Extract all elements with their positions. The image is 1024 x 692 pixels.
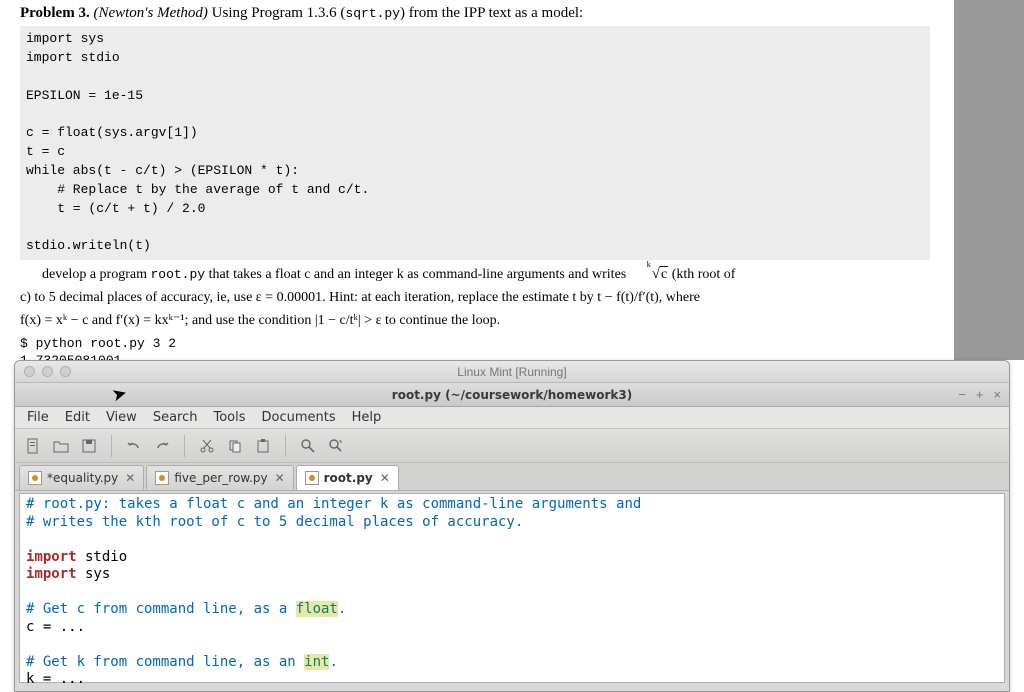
tab-label: *equality.py	[47, 471, 118, 485]
menu-help[interactable]: Help	[346, 410, 388, 425]
search-icon[interactable]	[298, 436, 318, 456]
problem-title: Problem 3. (Newton's Method) Using Progr…	[20, 5, 930, 22]
menubar: File Edit View Search Tools Documents He…	[15, 407, 1009, 429]
menu-documents[interactable]: Documents	[256, 410, 342, 425]
save-icon[interactable]	[79, 436, 99, 456]
menu-edit[interactable]: Edit	[59, 410, 96, 425]
document-icon	[305, 471, 319, 485]
document-icon	[155, 471, 169, 485]
tab-five-per-row[interactable]: five_per_row.py ✕	[146, 465, 293, 490]
menu-view[interactable]: View	[100, 410, 143, 425]
copy-icon[interactable]	[225, 436, 245, 456]
document-icon	[28, 471, 42, 485]
paragraph-3: f(x) = xᵏ − c and f′(x) = kxᵏ⁻¹; and use…	[20, 312, 930, 331]
page-margin	[954, 0, 1024, 360]
paragraph-2: c) to 5 decimal places of accuracy, ie, …	[20, 289, 930, 308]
maximize-button[interactable]: +	[976, 387, 984, 402]
tabbar: *equality.py ✕ five_per_row.py ✕ root.py…	[15, 463, 1009, 491]
tab-equality[interactable]: *equality.py ✕	[19, 465, 144, 490]
close-icon[interactable]: ✕	[380, 471, 390, 485]
window-controls: − + ×	[958, 387, 1001, 402]
paste-icon[interactable]	[253, 436, 273, 456]
close-button[interactable]: ×	[993, 387, 1001, 402]
vm-title: Linux Mint [Running]	[15, 365, 1009, 379]
tab-root[interactable]: root.py ✕	[296, 465, 399, 490]
tab-label: root.py	[324, 471, 373, 485]
problem-subtitle: (Newton's Method)	[93, 5, 207, 21]
problem-label: Problem 3.	[20, 5, 90, 21]
close-icon[interactable]: ✕	[275, 471, 285, 485]
toolbar	[15, 429, 1009, 463]
new-file-icon[interactable]	[23, 436, 43, 456]
close-icon[interactable]: ✕	[125, 471, 135, 485]
editor-titlebar[interactable]: root.py (~/coursework/homework3) − + ×	[15, 383, 1009, 407]
editor-title: root.py (~/coursework/homework3)	[15, 388, 1009, 402]
menu-tools[interactable]: Tools	[207, 410, 251, 425]
tab-label: five_per_row.py	[174, 471, 267, 485]
paragraph-1: develop a program root.py that takes a f…	[20, 264, 930, 285]
menu-search[interactable]: Search	[147, 410, 204, 425]
vm-window: Linux Mint [Running] root.py (~/coursewo…	[14, 360, 1010, 692]
code-editor[interactable]: # root.py: takes a float c and an intege…	[19, 493, 1005, 683]
menu-file[interactable]: File	[21, 410, 55, 425]
open-file-icon[interactable]	[51, 436, 71, 456]
cut-icon[interactable]	[197, 436, 217, 456]
editor-window: root.py (~/coursework/homework3) − + × F…	[15, 383, 1009, 683]
minimize-button[interactable]: −	[958, 387, 966, 402]
undo-icon[interactable]	[124, 436, 144, 456]
vm-titlebar[interactable]: Linux Mint [Running]	[15, 361, 1009, 383]
search-replace-icon[interactable]	[326, 436, 346, 456]
redo-icon[interactable]	[152, 436, 172, 456]
document-body: Problem 3. (Newton's Method) Using Progr…	[0, 0, 950, 405]
sqrt-code-block: import sys import stdio EPSILON = 1e-15 …	[20, 26, 930, 260]
